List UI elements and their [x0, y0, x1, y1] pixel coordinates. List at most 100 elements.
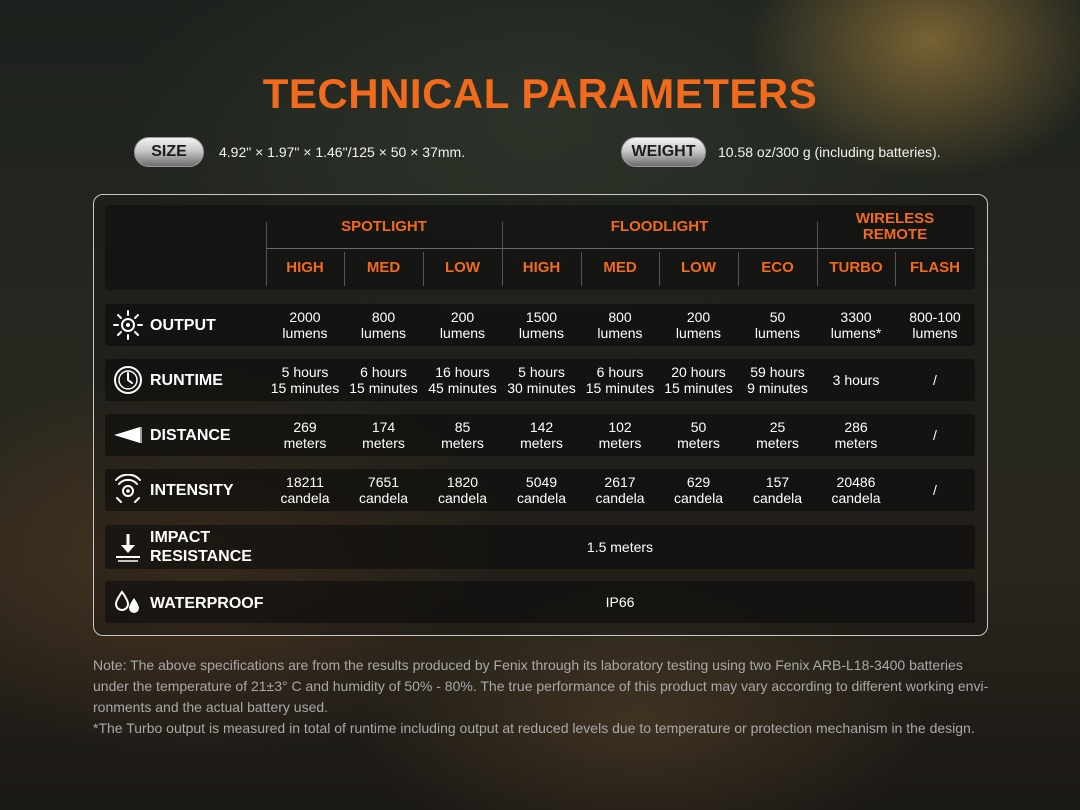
row-label-impact-line1: IMPACT — [150, 529, 211, 546]
cell-text: 7651 — [367, 474, 400, 490]
row-label-intensity: INTENSITY — [150, 482, 234, 499]
cell-text: 1500 — [525, 309, 558, 325]
cell-text: meters — [362, 435, 405, 451]
table-cell-runtime-5: 20 hours 15 minutes — [659, 359, 738, 401]
cell-text: candela — [831, 490, 881, 506]
table-cell-intensity-1: 7651 candela — [344, 469, 423, 511]
cell-text: lumens — [675, 325, 722, 341]
cell-text: 286 — [844, 419, 868, 435]
cell-text: 50 — [690, 419, 707, 435]
cell-text: lumens — [518, 325, 565, 341]
table-cell-distance-5: 50 meters — [659, 414, 738, 456]
mode-spot-high: HIGH — [286, 259, 324, 276]
header-separator — [502, 222, 503, 286]
table-cell-output-4: 800 lumens — [581, 304, 659, 346]
row-label-runtime: RUNTIME — [150, 372, 223, 389]
cell-text: meters — [441, 435, 484, 451]
page-title: TECHNICAL PARAMETERS — [262, 70, 818, 117]
table-cell-runtime-2: 16 hours 45 minutes — [423, 359, 502, 401]
cell-text: 3300 — [840, 309, 872, 325]
mode-flood-eco: ECO — [761, 259, 794, 276]
row-label-impact-line2: RESISTANCE — [150, 548, 252, 565]
footnote: Note: The above specifications are from … — [93, 655, 993, 739]
waterproof-value: IP66 — [266, 581, 974, 623]
table-cell-runtime-8: / — [895, 359, 975, 401]
table-cell-output-5: 200 lumens — [659, 304, 738, 346]
cell-text: lumens — [282, 325, 328, 341]
table-cell-intensity-8: / — [895, 469, 975, 511]
table-cell-output-6: 50 lumens — [738, 304, 817, 346]
size-badge: SIZE — [134, 137, 204, 167]
cell-text: lumens — [597, 325, 643, 341]
cell-text: 20486 — [836, 474, 876, 490]
waterproof-value-text: IP66 — [605, 594, 635, 610]
row-label-output: OUTPUT — [150, 317, 216, 334]
cell-text: 9 minutes — [747, 380, 808, 396]
sun-icon — [113, 310, 143, 340]
cell-text: 15 minutes — [664, 380, 733, 396]
note-line: ronments and the actual battery used. — [93, 699, 329, 715]
cell-text: candela — [752, 490, 803, 506]
cell-text: meters — [283, 435, 327, 451]
water-drops-icon — [114, 590, 139, 613]
table-cell-intensity-7: 20486 candela — [817, 469, 895, 511]
note-line: *The Turbo output is measured in total o… — [93, 720, 975, 736]
table-cell-output-0: 2000 lumens — [266, 304, 344, 346]
table-cell-runtime-6: 59 hours 9 minutes — [738, 359, 817, 401]
cell-text: 85 — [454, 419, 471, 435]
cell-text: / — [933, 427, 937, 443]
table-cell-distance-1: 174 meters — [344, 414, 423, 456]
cell-text: candela — [437, 490, 488, 506]
cell-text: 20 hours — [671, 364, 726, 380]
cell-text: meters — [834, 435, 878, 451]
cell-text: lumens — [360, 325, 407, 341]
table-cell-distance-2: 85 meters — [423, 414, 502, 456]
cell-text: 1820 — [446, 474, 479, 490]
cell-text: candela — [358, 490, 409, 506]
size-label: SIZE — [151, 143, 187, 160]
table-cell-distance-7: 286 meters — [817, 414, 895, 456]
table-cell-output-2: 200 lumens — [423, 304, 502, 346]
cell-text: 15 minutes — [585, 380, 655, 396]
cell-text: 629 — [686, 474, 711, 490]
table-cell-distance-8: / — [895, 414, 975, 456]
weight-label: WEIGHT — [631, 143, 696, 160]
size-value: 4.92" × 1.97" × 1.46"/125 × 50 × 37mm. — [219, 144, 466, 160]
table-cell-intensity-6: 157 candela — [738, 469, 817, 511]
cell-text: 5049 — [525, 474, 558, 490]
row-label-waterproof: WATERPROOF — [150, 595, 264, 612]
table-cell-runtime-1: 6 hours 15 minutes — [344, 359, 423, 401]
cell-text: 18211 — [286, 474, 324, 490]
mode-flood-high: HIGH — [522, 259, 561, 276]
cell-text: 16 hours — [435, 364, 490, 380]
group-floodlight: FLOODLIGHT — [610, 218, 709, 235]
table-cell-distance-3: 142 meters — [502, 414, 581, 456]
table-cell-runtime-3: 5 hours 30 minutes — [502, 359, 581, 401]
table-cell-runtime-0: 5 hours 15 minutes — [266, 359, 344, 401]
cell-text: meters — [677, 435, 720, 451]
intensity-icon — [115, 474, 141, 503]
table-cell-distance-4: 102 meters — [581, 414, 659, 456]
cell-text: lumens* — [830, 325, 882, 341]
cell-text: meters — [598, 435, 642, 451]
cell-text: 45 minutes — [428, 380, 497, 396]
cell-text: 6 hours — [596, 364, 644, 380]
table-cell-runtime-7: 3 hours — [817, 359, 895, 401]
cell-text: 174 — [371, 419, 396, 435]
weight-badge: WEIGHT — [621, 137, 706, 167]
cell-text: lumens — [439, 325, 486, 341]
mode-flood-low: LOW — [681, 259, 716, 276]
header-separator — [817, 222, 818, 286]
cell-text: 15 minutes — [349, 380, 418, 396]
cell-text: 200 — [686, 309, 711, 325]
cell-text: / — [933, 372, 937, 388]
impact-value-text: 1.5 meters — [586, 539, 654, 555]
group-spotlight: SPOTLIGHT — [341, 218, 427, 235]
cell-text: 102 — [608, 419, 632, 435]
cell-text: 200 — [450, 309, 475, 325]
cell-text: / — [933, 482, 937, 498]
group-wireless-remote: WIRELESS REMOTE — [855, 210, 935, 243]
impact-arrow-icon — [116, 534, 140, 562]
row-label-distance: DISTANCE — [150, 427, 231, 444]
cell-text: meters — [756, 435, 799, 451]
